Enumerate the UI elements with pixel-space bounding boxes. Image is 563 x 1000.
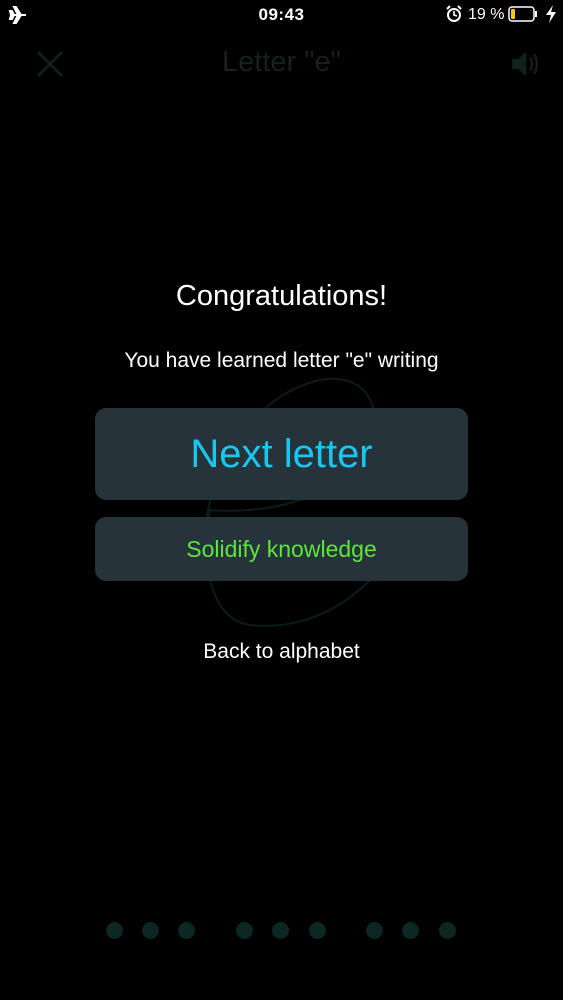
alarm-icon [446, 5, 462, 22]
battery-icon [508, 6, 537, 22]
back-to-alphabet-link[interactable]: Back to alphabet [0, 640, 563, 664]
speaker-icon[interactable] [508, 48, 544, 80]
page-dots [0, 922, 563, 942]
battery-percent: 19 % [468, 6, 505, 23]
next-letter-button[interactable]: Next letter [95, 408, 468, 500]
charging-icon [546, 5, 556, 23]
page-dot [366, 922, 383, 939]
congrats-title: Congratulations! [175, 280, 388, 312]
next-letter-label: Next letter [190, 432, 373, 476]
congrats-message: You have learned letter "e" writing [124, 349, 439, 372]
page-dot [439, 922, 456, 939]
page-dot [309, 922, 326, 939]
solidify-knowledge-button[interactable]: Solidify knowledge [95, 517, 468, 581]
page-dot [236, 922, 253, 939]
page-dot [142, 922, 159, 939]
page-dot [402, 922, 419, 939]
page-dot [106, 922, 123, 939]
page-dot [272, 922, 289, 939]
nav-title: Letter "e" [222, 46, 341, 78]
nav-bar: Letter "e" [0, 36, 563, 92]
solidify-knowledge-label: Solidify knowledge [186, 536, 377, 562]
letter-trace [203, 377, 375, 627]
status-bar: 09:43 19 % [0, 0, 563, 30]
page-dot [178, 922, 195, 939]
